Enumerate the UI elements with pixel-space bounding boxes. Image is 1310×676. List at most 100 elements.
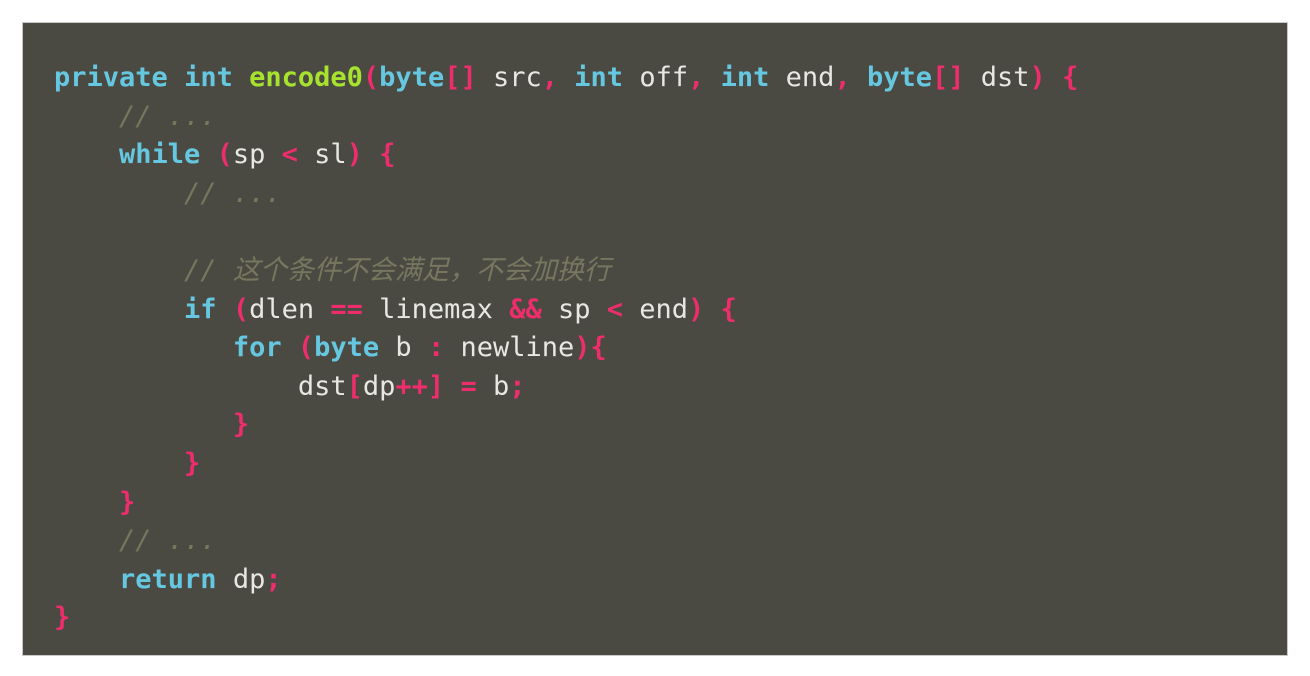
code-token-punct: { [379, 139, 396, 171]
code-lines[interactable]: private int encode0(byte[] src, int off,… [54, 59, 1287, 638]
code-token-keyword: private [54, 62, 168, 93]
code-token-punct: [] [932, 62, 965, 93]
code-token-plain: dlen [249, 293, 331, 325]
code-token-plain: end [623, 293, 689, 325]
code-token-plain: end [769, 62, 835, 93]
code-token-type: byte [866, 62, 932, 93]
code-token-type: byte [379, 62, 445, 93]
code-token-punct: ; [265, 563, 282, 595]
code-token-plain: b [476, 370, 510, 402]
code-line: if (dlen == linemax && sp < end) { [54, 291, 1287, 330]
code-token-keyword: while [119, 139, 201, 171]
code-token-plain: dp [362, 370, 396, 402]
code-token-type: byte [314, 332, 380, 364]
code-token-punct: { [1062, 62, 1079, 93]
code-token-punct: ( [232, 293, 250, 325]
code-token-plain: b [379, 332, 428, 364]
code-token-keyword: if [184, 293, 217, 325]
code-token-plain: linemax [362, 293, 510, 325]
code-token-operator: < [606, 293, 624, 325]
code-token-punct: ) [688, 293, 705, 325]
code-line: } [54, 406, 1287, 445]
code-token-plain: sp [232, 139, 282, 171]
code-line: } [54, 484, 1287, 523]
code-token-punct: ) [1029, 62, 1046, 93]
code-token-punct: } [119, 486, 136, 518]
code-token-punct: } [232, 409, 250, 441]
code-token-keyword: for [232, 332, 282, 364]
code-token-punct: , [541, 62, 559, 93]
code-line: for (byte b : newline){ [54, 329, 1287, 368]
code-token-punct: , [834, 62, 851, 93]
code-line: // ... [54, 98, 1287, 137]
code-token-punct: { [590, 332, 607, 364]
code-token-punct: ( [362, 62, 380, 93]
code-token-comment: // 这个条件不会满足，不会加换行 [184, 254, 611, 286]
code-token-operator: = [460, 370, 477, 402]
code-token-punct: ) [574, 332, 591, 364]
code-token-punct: { [720, 293, 737, 325]
code-token-operator: < [281, 139, 298, 171]
code-token-punct: ( [216, 139, 233, 171]
code-token-plain: sl [297, 139, 347, 171]
code-line: // ... [54, 175, 1287, 214]
code-token-plain: src [476, 62, 542, 93]
code-token-keyword: int [184, 62, 233, 93]
code-token-type: int [720, 62, 770, 93]
code-token-operator: && [509, 293, 542, 325]
code-token-plain: dp [216, 563, 266, 595]
code-token-comment: // ... [119, 100, 217, 132]
code-token-method: encode0 [249, 62, 363, 93]
page-root: private int encode0(byte[] src, int off,… [0, 0, 1310, 676]
code-token-punct: : [427, 332, 445, 364]
code-line: dst[dp++] = b; [54, 368, 1287, 407]
code-token-plain: dst [964, 62, 1030, 93]
code-token-plain: off [623, 62, 689, 93]
code-token-punct: ( [297, 332, 315, 364]
code-token-punct: [ [346, 370, 363, 402]
code-line: } [54, 445, 1287, 484]
code-token-comment: // ... [119, 525, 217, 557]
code-token-punct: ; [509, 370, 526, 402]
code-token-plain: newline [444, 332, 575, 364]
code-token-plain: dst [297, 370, 347, 402]
code-line [54, 213, 1287, 252]
code-token-operator: == [330, 293, 363, 325]
code-token-punct: ] [427, 370, 445, 402]
code-block[interactable]: private int encode0(byte[] src, int off,… [22, 22, 1288, 656]
code-token-plain: sp [541, 293, 607, 325]
code-token-punct: } [54, 602, 71, 634]
code-token-punct: ) [346, 139, 363, 171]
code-token-punct: } [184, 447, 201, 479]
code-token-operator: ++ [395, 370, 428, 402]
code-line: while (sp < sl) { [54, 136, 1287, 175]
code-token-keyword: return [119, 563, 217, 595]
code-line: // 这个条件不会满足，不会加换行 [54, 252, 1287, 291]
code-token-punct: , [688, 62, 705, 93]
code-line: } [54, 599, 1287, 638]
code-line: return dp; [54, 561, 1287, 600]
code-token-punct: [] [444, 62, 477, 93]
